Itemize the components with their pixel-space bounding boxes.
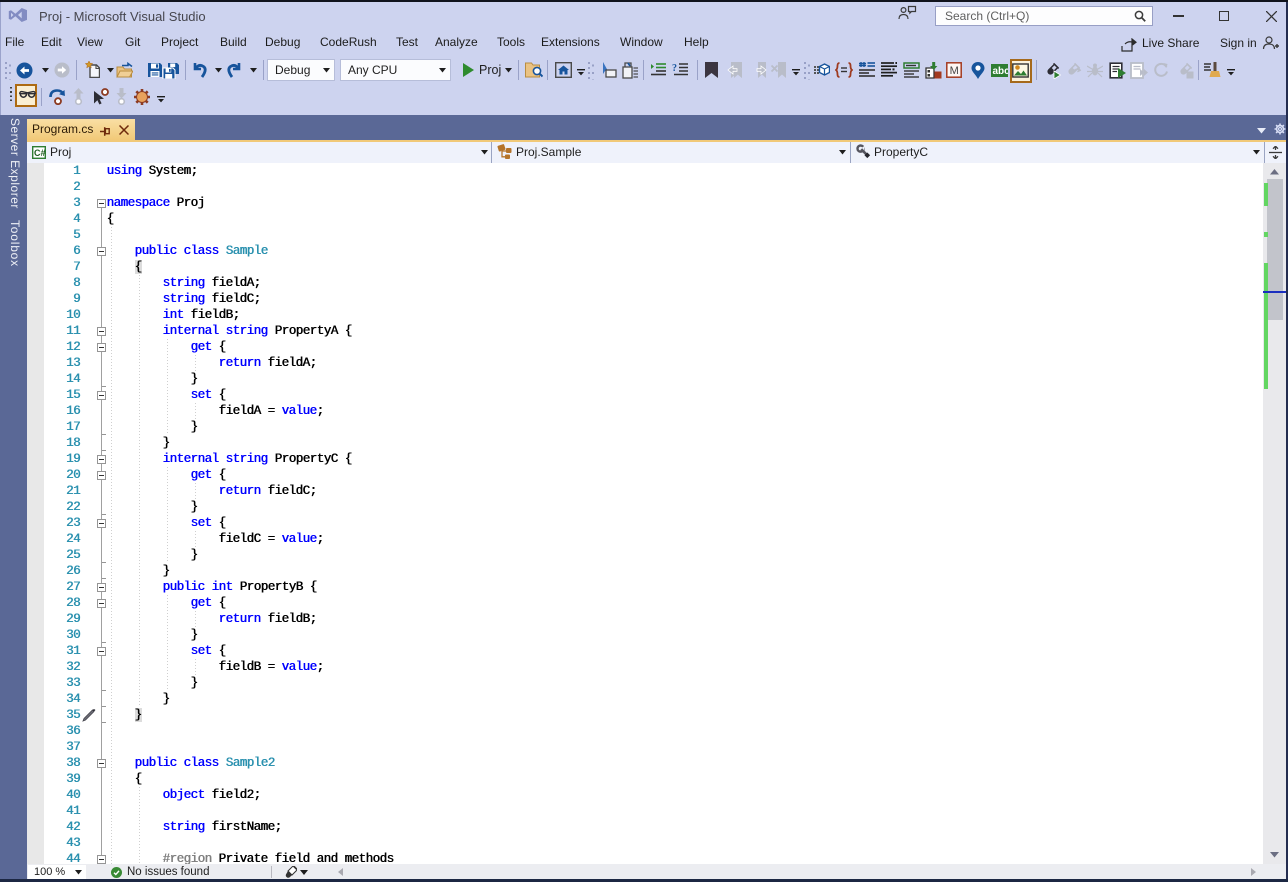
- svg-text:?: ?: [672, 63, 677, 74]
- svg-text:abc: abc: [993, 66, 1009, 77]
- svg-text:C#: C#: [34, 148, 46, 158]
- svg-text:M: M: [950, 65, 959, 77]
